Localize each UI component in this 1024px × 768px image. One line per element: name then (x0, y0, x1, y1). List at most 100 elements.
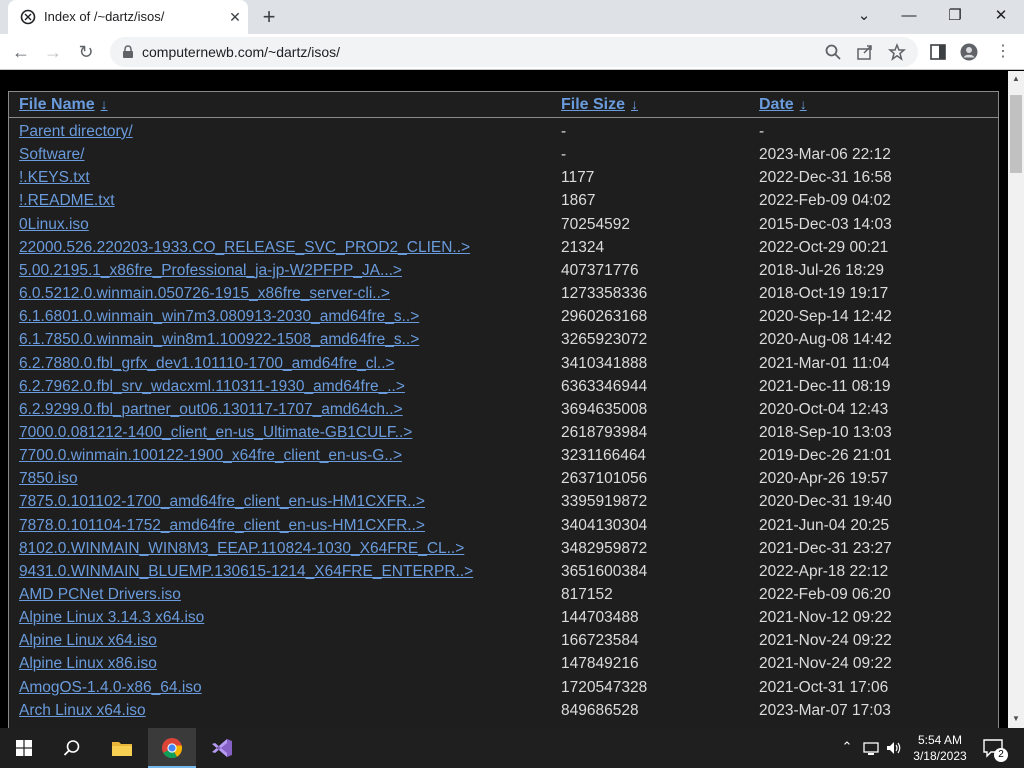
file-name-link[interactable]: 6.1.6801.0.winmain_win7m3.080913-2030_am… (19, 308, 419, 326)
volume-icon[interactable] (885, 739, 903, 757)
file-name-link[interactable]: AmogOS-1.4.0-x86_64.iso (19, 679, 202, 697)
file-name-link[interactable]: 0Linux.iso (19, 216, 89, 234)
profile-avatar-icon[interactable] (960, 43, 978, 61)
file-date: 2021-Oct-31 17:06 (759, 678, 889, 696)
sort-arrow-icon[interactable]: ↓ (800, 96, 807, 112)
file-name-link[interactable]: Arch Linux x64.iso (19, 702, 146, 720)
scroll-down-icon[interactable]: ▼ (1011, 714, 1021, 723)
file-name-link[interactable]: !.README.txt (19, 192, 115, 210)
search-icon[interactable] (824, 43, 842, 61)
file-date: 2018-Oct-19 19:17 (759, 285, 889, 303)
file-date: 2020-Sep-14 12:42 (759, 308, 892, 326)
restore-icon[interactable]: ❐ (941, 4, 969, 28)
taskbar-search-button[interactable] (48, 728, 96, 768)
file-name-link[interactable]: 22000.526.220203-1933.CO_RELEASE_SVC_PRO… (19, 239, 470, 257)
file-name-link[interactable]: Alpine Linux x64.iso (19, 632, 157, 650)
file-size: - (561, 123, 567, 140)
header-file-size[interactable]: File Size ↓ (561, 96, 638, 114)
close-window-icon[interactable]: ✕ (987, 4, 1015, 28)
file-name-link[interactable]: 7875.0.101102-1700_amd64fre_client_en-us… (19, 493, 425, 511)
file-name-link[interactable]: 7700.0.winmain.100122-1900_x64fre_client… (19, 447, 402, 465)
new-tab-icon[interactable]: + (258, 6, 280, 28)
file-size: 6363346944 (561, 377, 648, 395)
file-name-link[interactable]: Parent directory/ (19, 123, 133, 141)
table-row: 6.0.5212.0.winmain.050726-1915_x86fre_se… (9, 283, 998, 306)
vertical-scrollbar[interactable]: ▲ ▼ (1008, 71, 1024, 728)
file-date: 2023-Mar-07 17:03 (759, 701, 891, 719)
file-size: 147849216 (561, 655, 639, 673)
share-icon[interactable] (856, 43, 874, 61)
file-size: 2960263168 (561, 308, 648, 326)
menu-kebab-icon[interactable]: ⋮ (992, 41, 1014, 63)
folder-icon (112, 742, 132, 756)
system-clock[interactable]: 5:54 AM 3/18/2023 (908, 732, 972, 764)
table-row: 6.1.7850.0.winmain_win8m1.100922-1508_am… (9, 329, 998, 352)
sort-arrow-icon[interactable]: ↓ (631, 96, 638, 112)
file-size: 1273358336 (561, 285, 648, 303)
table-row: !.README.txt 1867 2022-Feb-09 04:02 (9, 190, 998, 213)
header-file-name[interactable]: File Name ↓ (19, 96, 108, 114)
address-bar[interactable]: computernewb.com/~dartz/isos/ (110, 37, 918, 67)
file-name-link[interactable]: 7850.iso (19, 470, 78, 488)
file-name-link[interactable]: 9431.0.WINMAIN_BLUEMP.130615-1214_X64FRE… (19, 563, 473, 581)
file-name-link[interactable]: AMD PCNet Drivers.iso (19, 586, 181, 604)
file-explorer-button[interactable] (98, 728, 146, 768)
file-date: 2021-Nov-24 09:22 (759, 655, 892, 673)
file-size: 2637101056 (561, 470, 648, 488)
file-name-link[interactable]: 6.2.7880.0.fbl_grfx_dev1.101110-1700_amd… (19, 355, 395, 373)
file-size: 166723584 (561, 632, 639, 650)
chrome-taskbar-button[interactable] (148, 728, 196, 768)
back-icon[interactable]: ← (10, 41, 32, 63)
file-name-link[interactable]: 7000.0.081212-1400_client_en-us_Ultimate… (19, 424, 412, 442)
table-row: Parent directory/ - - (9, 121, 998, 144)
file-name-link[interactable]: 8102.0.WINMAIN_WIN8M3_EEAP.110824-1030_X… (19, 540, 464, 558)
file-name-link[interactable]: 6.0.5212.0.winmain.050726-1915_x86fre_se… (19, 285, 390, 303)
header-date[interactable]: Date ↓ (759, 96, 807, 114)
file-name-link[interactable]: Alpine Linux 3.14.3 x64.iso (19, 609, 204, 627)
file-name-link[interactable]: Alpine Linux x86.iso (19, 655, 157, 673)
side-panel-icon[interactable] (929, 43, 947, 61)
file-name-link[interactable]: 6.2.7962.0.fbl_srv_wdacxml.110311-1930_a… (19, 378, 405, 396)
table-row: !.KEYS.txt 1177 2022-Dec-31 16:58 (9, 167, 998, 190)
show-hidden-icons-icon[interactable]: ⌃ (838, 739, 856, 757)
file-name-link[interactable]: Software/ (19, 146, 84, 164)
forward-icon[interactable]: → (42, 41, 64, 63)
visual-studio-icon (212, 739, 232, 757)
tab-title: Index of /~dartz/isos/ (44, 9, 165, 24)
table-row: 0Linux.iso 70254592 2015-Dec-03 14:03 (9, 214, 998, 237)
start-button[interactable] (0, 728, 48, 768)
file-name-link[interactable]: !.KEYS.txt (19, 169, 90, 187)
notification-count-badge: 2 (994, 748, 1008, 762)
file-name-link[interactable]: 6.1.7850.0.winmain_win8m1.100922-1508_am… (19, 331, 419, 349)
bookmark-star-icon[interactable] (888, 43, 906, 61)
minimize-icon[interactable]: — (895, 4, 923, 28)
file-size: 3395919872 (561, 493, 648, 511)
visual-studio-button[interactable] (198, 728, 246, 768)
file-date: 2020-Apr-26 19:57 (759, 470, 889, 488)
scroll-up-icon[interactable]: ▲ (1011, 74, 1021, 83)
file-name-link[interactable]: 5.00.2195.1_x86fre_Professional_ja-jp-W2… (19, 262, 402, 280)
file-size: 1720547328 (561, 678, 648, 696)
directory-listing-table: File Name ↓ File Size ↓ Date ↓ Parent direc… (8, 91, 999, 728)
file-date: 2022-Feb-09 06:20 (759, 586, 891, 603)
file-date: 2019-Dec-26 21:01 (759, 447, 892, 465)
browser-toolbar: ← → ↻ computernewb.com/~dartz/isos/ ⋮ (0, 34, 1024, 70)
network-icon[interactable] (862, 739, 880, 757)
file-size: 3694635008 (561, 400, 648, 418)
tab-active[interactable]: Index of /~dartz/isos/ ✕ (8, 0, 248, 34)
file-size: 144703488 (561, 609, 639, 627)
file-name-link[interactable]: 7878.0.101104-1752_amd64fre_client_en-us… (19, 517, 425, 535)
file-size: 3410341888 (561, 354, 648, 372)
file-name-link[interactable]: 6.2.9299.0.fbl_partner_out06.130117-1707… (19, 401, 403, 419)
tab-search-icon[interactable]: ⌄ (850, 4, 878, 28)
browser-chrome: Index of /~dartz/isos/ ✕ + ⌄ — ❐ ✕ ← → ↻… (0, 0, 1024, 70)
table-header-row: File Name ↓ File Size ↓ Date ↓ (9, 92, 998, 118)
tab-close-icon[interactable]: ✕ (226, 8, 244, 26)
scrollbar-thumb[interactable] (1010, 95, 1022, 173)
table-row: Arch Linux x64.iso 849686528 2023-Mar-07 1… (9, 700, 998, 723)
url-text: computernewb.com/~dartz/isos/ (142, 44, 341, 60)
reload-icon[interactable]: ↻ (75, 41, 97, 63)
lock-icon[interactable] (122, 45, 134, 59)
sort-arrow-icon[interactable]: ↓ (101, 96, 108, 112)
file-date: 2021-Dec-11 08:19 (759, 377, 891, 395)
